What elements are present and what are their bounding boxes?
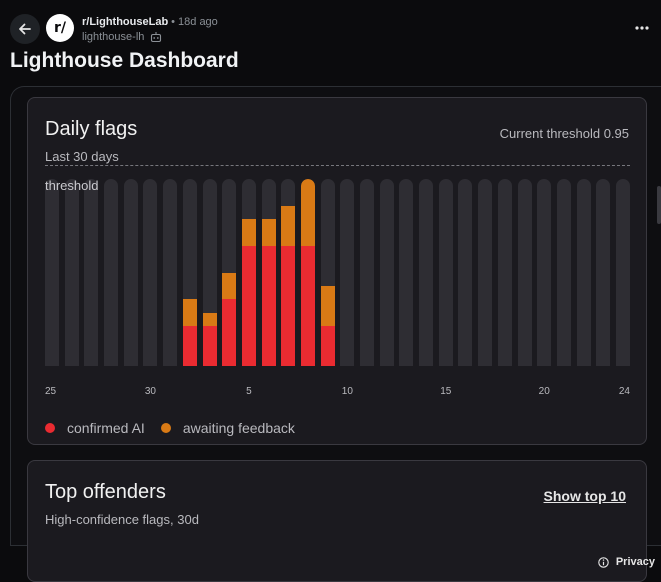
day-bar: [202, 179, 217, 366]
x-tick-label: 5: [246, 386, 252, 397]
more-horizontal-icon: [635, 26, 649, 30]
legend-awaiting-swatch: [160, 423, 171, 433]
day-bar: [537, 179, 552, 366]
awaiting-segment: [202, 312, 217, 326]
threshold-line: [45, 165, 630, 166]
page-scrollbar[interactable]: [657, 186, 661, 224]
day-bar: [163, 179, 178, 366]
confirmed-segment: [300, 245, 315, 366]
day-bar: [241, 179, 256, 366]
day-bar: [616, 179, 630, 366]
day-bar: [399, 179, 414, 366]
day-bar: [517, 179, 532, 366]
legend-confirmed: confirmed AI: [45, 420, 145, 436]
x-tick-label: 24: [618, 386, 630, 397]
chart-legend: confirmed AI awaiting feedback: [45, 420, 311, 436]
show-top-10-button[interactable]: Show top 10: [544, 488, 626, 504]
author-line: lighthouse-lh: [82, 31, 162, 43]
x-tick-label: 10: [341, 386, 353, 397]
daily-flags-chart: [45, 179, 630, 366]
current-threshold: Current threshold 0.95: [499, 126, 629, 141]
legend-awaiting-label: awaiting feedback: [182, 420, 295, 436]
confirmed-segment: [222, 299, 237, 366]
confirmed-segment: [202, 325, 217, 366]
x-tick-label: 20: [538, 386, 550, 397]
awaiting-segment: [241, 219, 256, 246]
meta-separator: •: [171, 16, 176, 28]
awaiting-segment: [281, 205, 296, 246]
top-offenders-title: Top offenders: [45, 481, 166, 503]
top-offenders-subtitle: High-confidence flags, 30d: [45, 512, 199, 527]
subreddit-name[interactable]: r/LighthouseLab: [82, 16, 168, 28]
x-tick-label: 30: [144, 386, 156, 397]
day-bar: [458, 179, 473, 366]
day-bar: [45, 179, 59, 366]
day-bar: [497, 179, 512, 366]
post-header: r/ r/LighthouseLab • 18d ago lighthouse-lh: [0, 0, 661, 48]
daily-flags-card: Daily flags Current threshold 0.95 Last …: [27, 97, 647, 445]
day-bar: [104, 179, 119, 366]
day-bar: [438, 179, 453, 366]
subreddit-line: r/LighthouseLab • 18d ago: [82, 16, 218, 28]
day-bar: [419, 179, 434, 366]
arrow-left-icon: [19, 23, 31, 35]
day-bar: [281, 179, 296, 366]
awaiting-segment: [182, 299, 197, 326]
day-bar: [300, 179, 315, 366]
day-bar: [556, 179, 571, 366]
confirmed-segment: [281, 245, 296, 366]
x-tick-label: 25: [45, 386, 57, 397]
threshold-label: threshold: [45, 178, 99, 193]
privacy-label: Privacy: [615, 556, 655, 568]
day-bar: [340, 179, 355, 366]
awaiting-segment: [222, 272, 237, 300]
day-bar: [360, 179, 375, 366]
legend-awaiting: awaiting feedback: [160, 420, 295, 436]
daily-flags-title: Daily flags: [45, 118, 138, 140]
legend-confirmed-swatch: [45, 423, 55, 433]
day-bar: [84, 179, 99, 366]
x-tick-label: 15: [440, 386, 452, 397]
day-bar: [596, 179, 611, 366]
back-button[interactable]: [10, 14, 40, 44]
post-age: 18d ago: [178, 16, 218, 28]
awaiting-segment: [320, 285, 335, 326]
legend-confirmed-label: confirmed AI: [67, 420, 145, 436]
privacy-link[interactable]: Privacy: [598, 556, 655, 568]
more-options-button[interactable]: [631, 18, 653, 38]
day-bar: [182, 179, 197, 366]
day-bar: [222, 179, 237, 366]
author-name[interactable]: lighthouse-lh: [82, 31, 144, 43]
confirmed-segment: [320, 325, 335, 366]
top-offenders-card: Top offenders High-confidence flags, 30d…: [27, 460, 647, 582]
dashboard-embed: Daily flags Current threshold 0.95 Last …: [10, 86, 661, 582]
day-bar: [576, 179, 591, 366]
confirmed-segment: [241, 245, 256, 366]
confirmed-segment: [261, 245, 276, 366]
day-bar: [261, 179, 276, 366]
day-bar: [320, 179, 335, 366]
day-bar: [478, 179, 493, 366]
confirmed-segment: [182, 325, 197, 366]
awaiting-segment: [300, 179, 315, 246]
bot-icon: [151, 32, 162, 43]
daily-flags-subtitle: Last 30 days: [45, 149, 119, 164]
day-bar: [143, 179, 158, 366]
x-axis-ticks: 25 30 5 10 15 20 24: [45, 386, 630, 400]
awaiting-segment: [261, 219, 276, 246]
post-title: Lighthouse Dashboard: [10, 49, 239, 72]
subreddit-avatar[interactable]: r/: [46, 14, 74, 42]
info-icon: [598, 556, 609, 568]
day-bar: [64, 179, 79, 366]
day-bar: [379, 179, 394, 366]
day-bar: [123, 179, 138, 366]
